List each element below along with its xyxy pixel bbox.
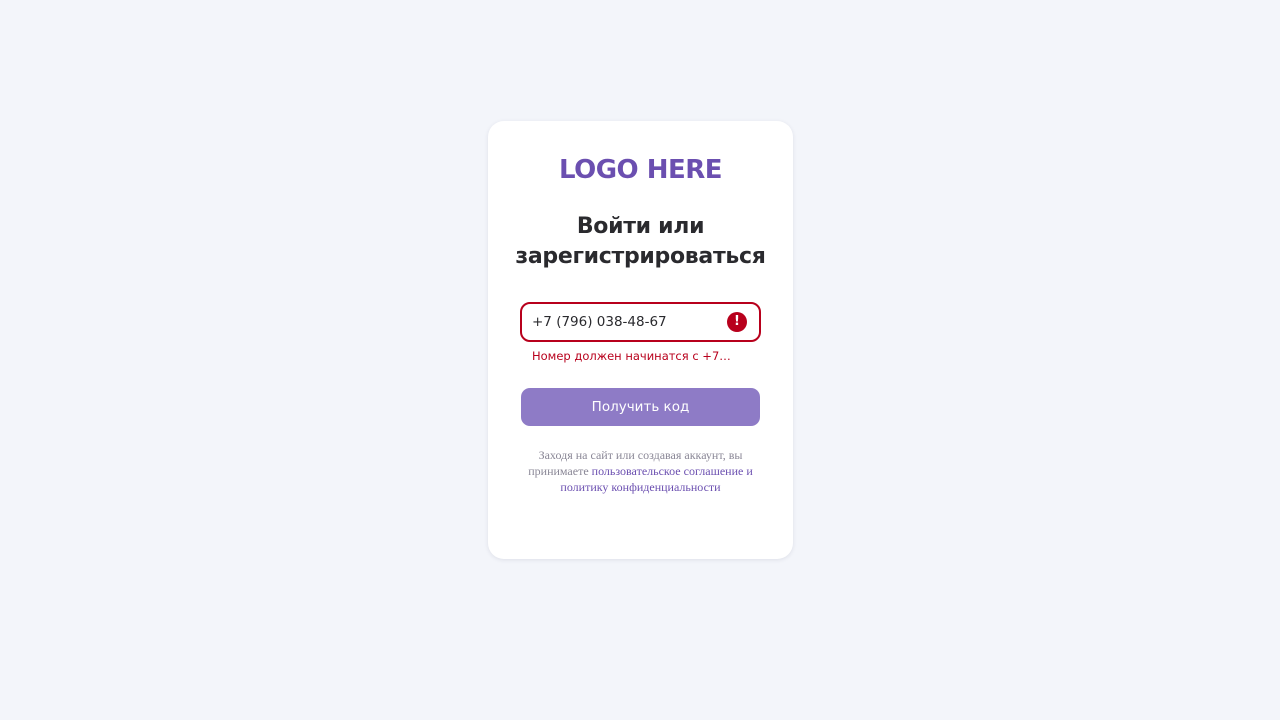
legal-notice: Заходя на сайт или создавая аккаунт, вы …: [518, 447, 763, 495]
phone-error-message: Номер должен начинатся с +7 9...: [532, 349, 732, 363]
phone-input[interactable]: [532, 304, 722, 340]
title-line-1: Войти или: [576, 214, 705, 239]
phone-field: !: [520, 302, 761, 342]
page-title: Войти или зарегистрироваться: [488, 212, 793, 272]
logo: LOGO HERE: [558, 155, 723, 185]
get-code-button[interactable]: Получить код: [521, 388, 760, 426]
login-card: LOGO HERE Войти или зарегистрироваться !…: [488, 121, 793, 559]
title-line-2: зарегистрироваться: [515, 244, 766, 269]
exclamation-circle-icon: !: [727, 312, 747, 332]
